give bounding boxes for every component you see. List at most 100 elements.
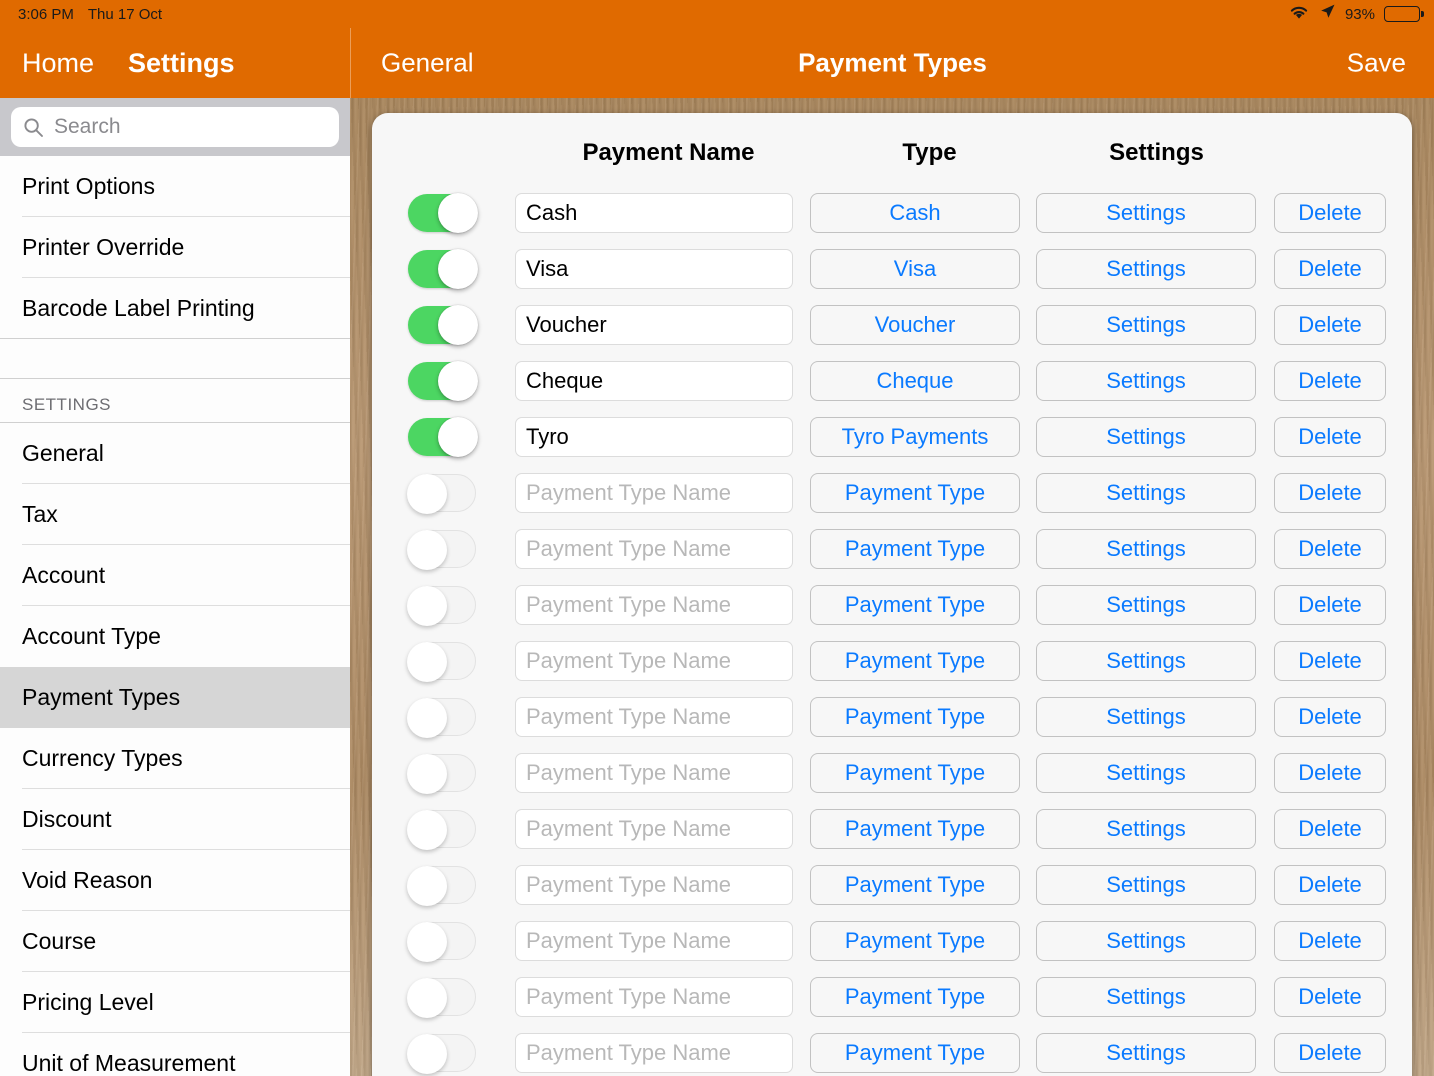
row-delete-button[interactable]: Delete [1274, 977, 1386, 1017]
payment-type-enabled-toggle[interactable] [407, 978, 476, 1018]
payment-type-button[interactable]: Payment Type [810, 809, 1020, 849]
payment-name-input[interactable]: Payment Type Name [515, 1033, 793, 1073]
payment-type-button[interactable]: Payment Type [810, 865, 1020, 905]
payment-name-input[interactable]: Payment Type Name [515, 865, 793, 905]
row-settings-button[interactable]: Settings [1036, 417, 1256, 457]
sidebar-item-barcode-label-printing[interactable]: Barcode Label Printing [0, 278, 350, 339]
payment-type-enabled-toggle[interactable] [407, 866, 476, 906]
sidebar-item-payment-types[interactable]: Payment Types [0, 667, 350, 728]
row-delete-button[interactable]: Delete [1274, 361, 1386, 401]
payment-name-input[interactable]: Payment Type Name [515, 697, 793, 737]
payment-type-enabled-toggle[interactable] [408, 249, 478, 289]
sidebar-item-account-type[interactable]: Account Type [0, 606, 350, 667]
payment-type-button[interactable]: Voucher [810, 305, 1020, 345]
payment-name-input[interactable]: Payment Type Name [515, 473, 793, 513]
payment-type-button[interactable]: Visa [810, 249, 1020, 289]
row-settings-button[interactable]: Settings [1036, 473, 1256, 513]
search-bar-container: Search [0, 98, 350, 156]
sidebar-item-general[interactable]: General [0, 423, 350, 484]
payment-type-enabled-toggle[interactable] [408, 305, 478, 345]
payment-type-enabled-toggle[interactable] [407, 642, 476, 682]
row-settings-button[interactable]: Settings [1036, 697, 1256, 737]
row-settings-button[interactable]: Settings [1036, 193, 1256, 233]
row-settings-button[interactable]: Settings [1036, 249, 1256, 289]
search-input[interactable]: Search [11, 107, 339, 147]
sidebar-item-void-reason[interactable]: Void Reason [0, 850, 350, 911]
row-delete-button[interactable]: Delete [1274, 305, 1386, 345]
payment-name-input[interactable]: Cheque [515, 361, 793, 401]
sidebar-item-pricing-level[interactable]: Pricing Level [0, 972, 350, 1033]
payment-type-button[interactable]: Payment Type [810, 697, 1020, 737]
sidebar-item-print-options[interactable]: Print Options [0, 156, 350, 217]
row-delete-button[interactable]: Delete [1274, 193, 1386, 233]
payment-type-button[interactable]: Payment Type [810, 921, 1020, 961]
payment-type-enabled-toggle[interactable] [407, 1034, 476, 1074]
payment-type-button[interactable]: Payment Type [810, 977, 1020, 1017]
home-button[interactable]: Home [22, 48, 94, 79]
payment-name-input[interactable]: Payment Type Name [515, 809, 793, 849]
row-delete-button[interactable]: Delete [1274, 697, 1386, 737]
row-settings-button[interactable]: Settings [1036, 753, 1256, 793]
payment-name-input[interactable]: Cash [515, 193, 793, 233]
payment-name-input[interactable]: Payment Type Name [515, 641, 793, 681]
payment-type-button[interactable]: Payment Type [810, 529, 1020, 569]
payment-type-button[interactable]: Payment Type [810, 585, 1020, 625]
row-delete-button[interactable]: Delete [1274, 641, 1386, 681]
save-button[interactable]: Save [1347, 48, 1406, 79]
payment-type-button[interactable]: Cash [810, 193, 1020, 233]
payment-type-enabled-toggle[interactable] [407, 754, 476, 794]
row-settings-button[interactable]: Settings [1036, 305, 1256, 345]
payment-type-enabled-toggle[interactable] [407, 698, 476, 738]
row-delete-button[interactable]: Delete [1274, 1033, 1386, 1073]
row-settings-button[interactable]: Settings [1036, 529, 1256, 569]
payment-name-input[interactable]: Tyro [515, 417, 793, 457]
sidebar-item-tax[interactable]: Tax [0, 484, 350, 545]
sidebar-item-account[interactable]: Account [0, 545, 350, 606]
payment-name-input[interactable]: Payment Type Name [515, 529, 793, 569]
row-settings-button[interactable]: Settings [1036, 865, 1256, 905]
payment-type-button[interactable]: Payment Type [810, 473, 1020, 513]
row-delete-button[interactable]: Delete [1274, 585, 1386, 625]
row-settings-button[interactable]: Settings [1036, 977, 1256, 1017]
payment-type-enabled-toggle[interactable] [407, 810, 476, 850]
sidebar-item-currency-types[interactable]: Currency Types [0, 728, 350, 789]
payment-type-enabled-toggle[interactable] [407, 474, 476, 514]
payment-type-enabled-toggle[interactable] [407, 586, 476, 626]
payment-type-enabled-toggle[interactable] [408, 361, 478, 401]
sidebar-item-course[interactable]: Course [0, 911, 350, 972]
payment-type-button[interactable]: Payment Type [810, 1033, 1020, 1073]
payment-type-button[interactable]: Tyro Payments [810, 417, 1020, 457]
payment-type-enabled-toggle[interactable] [407, 530, 476, 570]
row-delete-button[interactable]: Delete [1274, 473, 1386, 513]
sidebar-item-printer-override[interactable]: Printer Override [0, 217, 350, 278]
payment-name-input[interactable]: Visa [515, 249, 793, 289]
row-settings-button[interactable]: Settings [1036, 809, 1256, 849]
row-settings-button[interactable]: Settings [1036, 641, 1256, 681]
payment-type-row: Payment Type Name Payment Type Settings Del… [372, 577, 1412, 633]
payment-type-button[interactable]: Cheque [810, 361, 1020, 401]
payment-name-input[interactable]: Payment Type Name [515, 753, 793, 793]
row-settings-button[interactable]: Settings [1036, 361, 1256, 401]
payment-name-input[interactable]: Payment Type Name [515, 921, 793, 961]
payment-type-enabled-toggle[interactable] [407, 922, 476, 962]
row-settings-button[interactable]: Settings [1036, 921, 1256, 961]
row-delete-button[interactable]: Delete [1274, 809, 1386, 849]
row-delete-button[interactable]: Delete [1274, 753, 1386, 793]
payment-name-input[interactable]: Payment Type Name [515, 977, 793, 1017]
sidebar-item-unit-of-measurement[interactable]: Unit of Measurement [0, 1033, 350, 1076]
sidebar-item-discount[interactable]: Discount [0, 789, 350, 850]
toggle-knob [438, 249, 478, 289]
row-delete-button[interactable]: Delete [1274, 417, 1386, 457]
payment-type-enabled-toggle[interactable] [408, 417, 478, 457]
payment-type-button[interactable]: Payment Type [810, 641, 1020, 681]
row-delete-button[interactable]: Delete [1274, 529, 1386, 569]
row-delete-button[interactable]: Delete [1274, 921, 1386, 961]
payment-name-input[interactable]: Voucher [515, 305, 793, 345]
row-settings-button[interactable]: Settings [1036, 1033, 1256, 1073]
payment-type-enabled-toggle[interactable] [408, 193, 478, 233]
payment-type-button[interactable]: Payment Type [810, 753, 1020, 793]
payment-name-input[interactable]: Payment Type Name [515, 585, 793, 625]
row-delete-button[interactable]: Delete [1274, 865, 1386, 905]
row-settings-button[interactable]: Settings [1036, 585, 1256, 625]
row-delete-button[interactable]: Delete [1274, 249, 1386, 289]
